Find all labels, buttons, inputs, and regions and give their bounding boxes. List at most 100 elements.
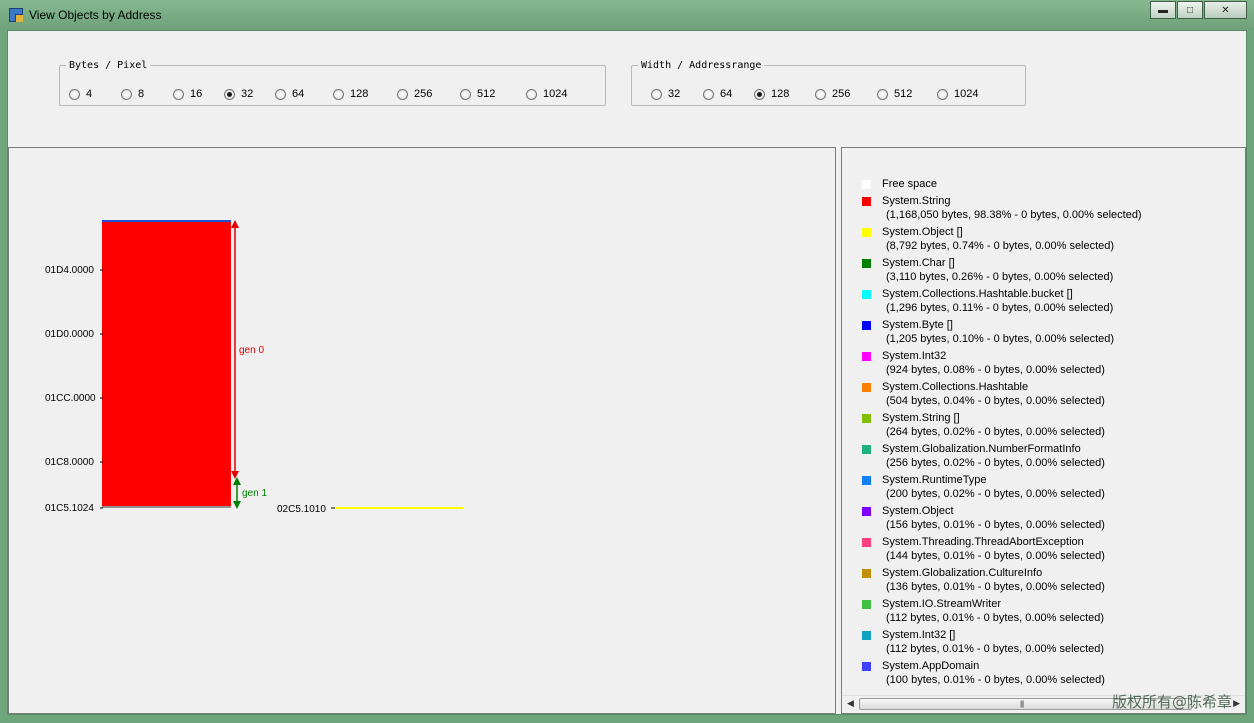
radio-label: 4 — [86, 88, 93, 100]
radio-button-icon[interactable] — [815, 88, 826, 100]
legend-item-name: System.String — [882, 195, 951, 207]
legend-item-detail: (112 bytes, 0.01% - 0 bytes, 0.00% selec… — [886, 612, 1105, 624]
legend-panel[interactable]: Free space System.String (1,168,050 bytes,… — [841, 147, 1246, 714]
window-title: View Objects by Address — [29, 8, 162, 22]
legend-item-detail: (1,296 bytes, 0.11% - 0 bytes, 0.00% sel… — [886, 302, 1114, 314]
legend-item-name: System.Collections.Hashtable — [882, 381, 1029, 393]
radio-label: 1024 — [543, 88, 568, 100]
legend-item-name: System.Int32 [] — [882, 629, 956, 641]
radio-label: 512 — [477, 88, 496, 100]
color-swatch — [862, 631, 871, 640]
bytes-per-pixel-group: Bytes / Pixel 4 8 16 32 64 128 256 512 1024 — [59, 60, 606, 106]
legend-item-name: System.Object — [882, 505, 954, 517]
heap-block-bottom-edge — [102, 506, 231, 508]
client-area: Bytes / Pixel 4 8 16 32 64 128 256 512 1024 Widt… — [7, 30, 1247, 715]
color-swatch — [862, 507, 871, 516]
radio-label: 16 — [190, 88, 203, 100]
address-map-panel[interactable]: 01D4.0000 01D0.0000 01CC.0000 01C8.0000 … — [8, 147, 836, 714]
close-icon[interactable]: ✕ — [1204, 1, 1247, 19]
address-map: 01D4.0000 01D0.0000 01CC.0000 01C8.0000 … — [45, 220, 463, 515]
legend-item-name: System.RuntimeType — [882, 474, 987, 486]
legend-item-detail: (156 bytes, 0.01% - 0 bytes, 0.00% selec… — [886, 519, 1105, 531]
bpp-radio-16[interactable]: 16 — [173, 88, 202, 100]
heap-block-top-edge — [102, 220, 231, 222]
legend-item-detail: (924 bytes, 0.08% - 0 bytes, 0.00% selec… — [886, 364, 1105, 376]
gen1-arrow-down-icon — [233, 501, 241, 509]
bpp-radio-1024[interactable]: 1024 — [526, 88, 567, 100]
radio-button-icon[interactable] — [754, 88, 765, 100]
scroll-right-icon[interactable]: ▶ — [1233, 698, 1240, 709]
bpp-radio-128[interactable]: 128 — [333, 88, 368, 100]
width-addressrange-group: Width / Addressrange 32 64 128 256 512 1024 — [631, 60, 1026, 106]
radio-label: 512 — [894, 88, 913, 100]
color-swatch — [862, 352, 871, 361]
legend-item-detail: (144 bytes, 0.01% - 0 bytes, 0.00% selec… — [886, 550, 1105, 562]
radio-button-icon[interactable] — [526, 88, 537, 100]
legend-item-name: System.Byte [] — [882, 319, 953, 331]
bpp-radio-4[interactable]: 4 — [69, 88, 92, 100]
legend-item-detail: (504 bytes, 0.04% - 0 bytes, 0.00% selec… — [886, 395, 1105, 407]
width-radio-128[interactable]: 128 — [754, 88, 789, 100]
bpp-radio-256[interactable]: 256 — [397, 88, 432, 100]
legend-item-detail: (256 bytes, 0.02% - 0 bytes, 0.00% selec… — [886, 457, 1105, 469]
radio-button-icon[interactable] — [173, 88, 184, 100]
radio-label: 32 — [668, 88, 681, 100]
radio-button-icon[interactable] — [224, 88, 235, 100]
width-radio-32[interactable]: 32 — [651, 88, 680, 100]
color-swatch — [862, 259, 871, 268]
color-swatch — [862, 538, 871, 547]
radio-button-icon[interactable] — [275, 88, 286, 100]
radio-label: 1024 — [954, 88, 979, 100]
radio-button-icon[interactable] — [69, 88, 80, 100]
radio-button-icon[interactable] — [651, 88, 662, 100]
address-tick-label: 01D0.0000 — [45, 329, 94, 340]
radio-button-icon[interactable] — [460, 88, 471, 100]
color-swatch — [862, 569, 871, 578]
legend-item-detail: (1,205 bytes, 0.10% - 0 bytes, 0.00% sel… — [886, 333, 1115, 345]
scroll-left-icon[interactable]: ◀ — [847, 698, 854, 709]
color-swatch — [862, 321, 871, 330]
legend-item-name: System.Int32 — [882, 350, 947, 362]
width-radio-1024[interactable]: 1024 — [937, 88, 978, 100]
width-radio-64[interactable]: 64 — [703, 88, 732, 100]
width-radio-512[interactable]: 512 — [877, 88, 912, 100]
color-swatch — [862, 290, 871, 299]
gen1-label: gen 1 — [242, 488, 267, 499]
minimize-icon[interactable]: ▬ — [1150, 1, 1176, 19]
bpp-radio-8[interactable]: 8 — [121, 88, 144, 100]
radio-label: 256 — [414, 88, 433, 100]
radio-button-icon[interactable] — [937, 88, 948, 100]
bytes-per-pixel-legend: Bytes / Pixel — [69, 60, 148, 71]
legend-item-name: System.Globalization.NumberFormatInfo — [882, 443, 1081, 455]
gen0-arrow-up-icon — [231, 220, 239, 228]
bpp-radio-32[interactable]: 32 — [224, 88, 253, 100]
legend-item-name: System.String [] — [882, 412, 960, 424]
gen1-arrow-up-icon — [233, 477, 241, 485]
width-addressrange-legend: Width / Addressrange — [641, 60, 762, 71]
radio-button-icon[interactable] — [333, 88, 344, 100]
second-address-label: 02C5.1010 — [277, 504, 326, 515]
bpp-radio-64[interactable]: 64 — [275, 88, 304, 100]
app-icon — [9, 8, 23, 22]
radio-button-icon[interactable] — [397, 88, 408, 100]
legend-item-name: System.AppDomain — [882, 660, 980, 672]
radio-button-icon[interactable] — [121, 88, 132, 100]
width-radio-256[interactable]: 256 — [815, 88, 850, 100]
gen0-label: gen 0 — [239, 345, 264, 356]
radio-label: 128 — [350, 88, 369, 100]
radio-button-icon[interactable] — [703, 88, 714, 100]
maximize-icon[interactable]: □ — [1177, 1, 1203, 19]
bpp-radio-512[interactable]: 512 — [460, 88, 495, 100]
title-bar: View Objects by Address ▬ □ ✕ — [0, 0, 1254, 30]
color-swatch — [862, 180, 871, 189]
heap-block[interactable] — [102, 221, 231, 507]
watermark: 版权所有@陈希章 — [1111, 693, 1232, 711]
radio-button-icon[interactable] — [877, 88, 888, 100]
object-strip[interactable] — [335, 507, 463, 509]
color-swatch — [862, 414, 871, 423]
color-swatch — [862, 197, 871, 206]
legend-item-name: System.Threading.ThreadAbortException — [882, 536, 1084, 548]
legend-item-detail: (1,168,050 bytes, 98.38% - 0 bytes, 0.00… — [886, 209, 1142, 221]
legend-item-detail: (136 bytes, 0.01% - 0 bytes, 0.00% selec… — [886, 581, 1105, 593]
color-swatch — [862, 662, 871, 671]
